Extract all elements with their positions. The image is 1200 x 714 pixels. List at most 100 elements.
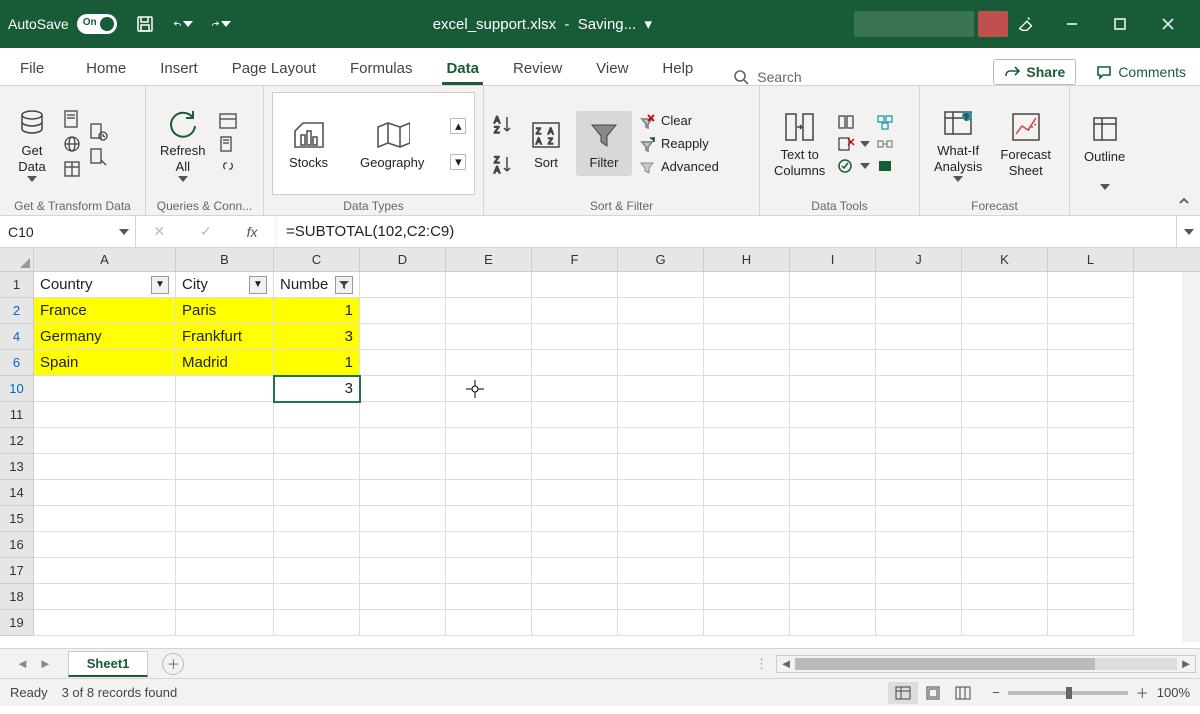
cell[interactable] [1048,584,1134,610]
col-header-C[interactable]: C [274,248,360,271]
cell[interactable] [360,610,446,636]
sheet-tab-1[interactable]: Sheet1 [68,651,149,677]
cell[interactable] [962,480,1048,506]
cell[interactable]: Paris [176,298,274,324]
cell[interactable] [790,558,876,584]
queries-icon[interactable] [218,111,238,131]
cell[interactable] [360,298,446,324]
col-header-K[interactable]: K [962,248,1048,271]
cell[interactable] [618,272,704,298]
cell[interactable] [532,454,618,480]
cell[interactable] [360,376,446,402]
cell[interactable] [704,610,790,636]
col-header-J[interactable]: J [876,248,962,271]
filter-dropdown-icon[interactable]: ▼ [151,276,169,294]
data-model-icon[interactable] [876,157,894,175]
col-header-B[interactable]: B [176,248,274,271]
cell[interactable] [1048,506,1134,532]
cell[interactable] [618,402,704,428]
cell[interactable] [790,532,876,558]
cell[interactable] [360,506,446,532]
page-break-view-button[interactable] [948,682,978,704]
cell[interactable]: Numbe [274,272,360,298]
cell[interactable] [1048,402,1134,428]
cell[interactable]: 1 [274,298,360,324]
col-header-A[interactable]: A [34,248,176,271]
cell[interactable] [360,350,446,376]
cell[interactable] [1048,298,1134,324]
cell[interactable] [876,376,962,402]
edit-links-icon[interactable] [218,157,238,177]
row-header[interactable]: 13 [0,454,34,480]
cell[interactable] [532,324,618,350]
cell[interactable] [176,480,274,506]
cell[interactable] [790,298,876,324]
cell[interactable] [790,610,876,636]
cell[interactable] [360,584,446,610]
cell[interactable]: 3 [274,324,360,350]
row-header[interactable]: 2 [0,298,34,324]
properties-icon[interactable] [218,134,238,154]
comments-button[interactable]: Comments [1090,60,1192,84]
col-header-L[interactable]: L [1048,248,1134,271]
cell[interactable] [704,298,790,324]
cell[interactable] [532,558,618,584]
filter-dropdown-icon[interactable]: ▼ [249,276,267,294]
cell[interactable] [446,324,532,350]
cell[interactable] [962,558,1048,584]
cancel-formula-icon[interactable]: ✕ [153,223,165,240]
cell[interactable] [360,402,446,428]
cell[interactable] [1048,428,1134,454]
cell[interactable] [532,506,618,532]
cell[interactable] [274,480,360,506]
cell[interactable]: Country▼ [34,272,176,298]
existing-conn-icon[interactable] [88,145,108,167]
row-header[interactable]: 10 [0,376,34,402]
cell[interactable] [176,558,274,584]
cell[interactable]: Spain [34,350,176,376]
zoom-in-button[interactable]: ＋ [1136,683,1149,702]
cell[interactable] [618,454,704,480]
cell[interactable] [962,428,1048,454]
cell[interactable] [176,376,274,402]
row-header[interactable]: 4 [0,324,34,350]
share-button[interactable]: Share [993,59,1076,85]
vertical-scrollbar[interactable] [1182,272,1200,642]
tab-file[interactable]: File [8,52,56,85]
data-validation-icon[interactable] [837,157,870,175]
search-box[interactable]: Search [733,69,801,85]
zoom-level[interactable]: 100% [1157,685,1190,700]
cell[interactable] [274,610,360,636]
cell[interactable] [34,532,176,558]
geography-button[interactable]: Geography [354,115,430,173]
cell[interactable] [704,376,790,402]
cell[interactable] [618,558,704,584]
cell[interactable] [618,610,704,636]
cell[interactable] [532,298,618,324]
cell[interactable] [962,454,1048,480]
cell[interactable]: Madrid [176,350,274,376]
cell[interactable] [704,324,790,350]
formula-input[interactable]: =SUBTOTAL(102,C2:C9) [276,216,1176,247]
account-block[interactable] [854,11,974,37]
cell[interactable] [618,480,704,506]
cell[interactable] [618,584,704,610]
scroll-up-icon[interactable]: ▴ [450,118,466,134]
cell[interactable] [704,350,790,376]
cell[interactable] [446,454,532,480]
cell[interactable] [704,480,790,506]
undo-button[interactable] [173,14,193,34]
cell[interactable] [1048,454,1134,480]
cell[interactable] [176,506,274,532]
advanced-filter-button[interactable]: Advanced [638,157,719,177]
cell[interactable] [876,532,962,558]
normal-view-button[interactable] [888,682,918,704]
filter-active-icon[interactable] [335,276,353,294]
cell[interactable] [962,402,1048,428]
col-header-D[interactable]: D [360,248,446,271]
flash-fill-icon[interactable] [837,113,870,131]
cell[interactable] [790,272,876,298]
cell[interactable] [532,350,618,376]
cell[interactable] [360,558,446,584]
cell[interactable] [274,454,360,480]
